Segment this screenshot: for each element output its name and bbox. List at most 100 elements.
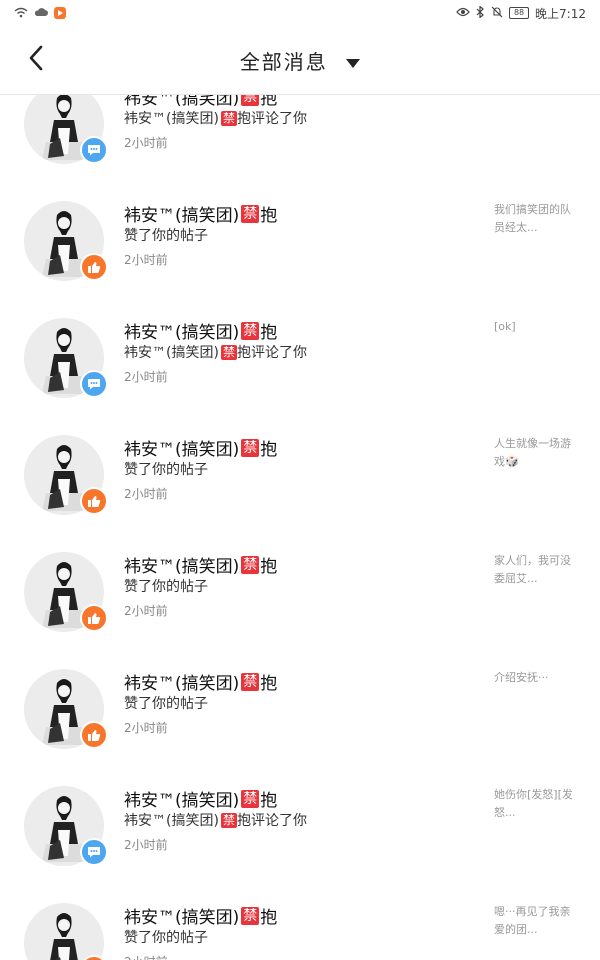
action-verb: 赞了你的帖子 <box>124 696 208 712</box>
timestamp: 2小时前 <box>124 487 168 501</box>
action-prefix: 袆安™(搞笑团) <box>124 813 219 829</box>
post-preview[interactable]: [ok] <box>494 318 580 336</box>
sender-name-suffix: 抱 <box>260 674 278 694</box>
sender-name-text: 袆安™(搞笑团) <box>124 674 240 694</box>
action-text: 赞了你的帖子 <box>124 459 208 479</box>
message-item[interactable]: 袆安™(搞笑团) 禁抱赞了你的帖子 2小时前 家人们，我可没委屈艾... <box>0 538 600 655</box>
timestamp: 2小时前 <box>124 838 168 852</box>
comment-badge-icon <box>80 136 108 164</box>
like-badge-icon <box>80 487 108 515</box>
sender-name-suffix: 抱 <box>260 95 278 109</box>
ban-tag: 禁 <box>241 906 260 925</box>
post-preview[interactable]: 家人们，我可没委屈艾... <box>494 552 580 588</box>
message-item[interactable]: 袆安™(搞笑团) 禁抱袆安™(搞笑团) 禁抱评论了你 2小时前 <box>0 95 600 187</box>
timestamp: 2小时前 <box>124 604 168 618</box>
message-item[interactable]: 袆安™(搞笑团) 禁抱赞了你的帖子 2小时前 我们搞笑团的队员经太... <box>0 187 600 304</box>
ban-tag: 禁 <box>241 555 260 574</box>
sender-name-suffix: 抱 <box>260 440 278 460</box>
sender-name[interactable]: 袆安™(搞笑团) 禁抱 <box>124 669 277 694</box>
sender-name[interactable]: 袆安™(搞笑团) 禁抱 <box>124 786 277 811</box>
sender-name-suffix: 抱 <box>260 206 278 226</box>
sender-name-text: 袆安™(搞笑团) <box>124 791 240 811</box>
top-nav-bar: 全部消息 <box>0 26 600 95</box>
post-preview[interactable]: 我们搞笑团的队员经太... <box>494 201 580 237</box>
status-right: 88 晚上7:12 <box>456 5 586 22</box>
like-badge-icon <box>80 604 108 632</box>
sender-name-suffix: 抱 <box>260 557 278 577</box>
sender-name-text: 袆安™(搞笑团) <box>124 440 240 460</box>
sender-name-text: 袆安™(搞笑团) <box>124 557 240 577</box>
action-text: 袆安™(搞笑团) 禁抱评论了你 <box>124 342 307 362</box>
action-suffix: 抱 <box>236 345 251 361</box>
action-prefix: 袆安™(搞笑团) <box>124 345 219 361</box>
timestamp: 2小时前 <box>124 253 168 267</box>
sender-name[interactable]: 袆安™(搞笑团) 禁抱 <box>124 552 277 577</box>
like-badge-icon <box>80 253 108 281</box>
timestamp: 2小时前 <box>124 136 168 150</box>
action-text: 袆安™(搞笑团) 禁抱评论了你 <box>124 810 307 830</box>
status-bar: 88 晚上7:12 <box>0 0 600 26</box>
action-verb: 评论了你 <box>250 345 307 361</box>
message-item[interactable]: 袆安™(搞笑团) 禁抱赞了你的帖子 2小时前 人生就像一场游戏🎲 <box>0 421 600 538</box>
timestamp: 2小时前 <box>124 721 168 735</box>
sender-name-text: 袆安™(搞笑团) <box>124 95 240 109</box>
status-left <box>14 7 66 20</box>
action-text: 赞了你的帖子 <box>124 693 208 713</box>
sender-name[interactable]: 袆安™(搞笑团) 禁抱 <box>124 95 277 109</box>
sender-name[interactable]: 袆安™(搞笑团) 禁抱 <box>124 318 277 343</box>
eye-icon <box>456 7 470 19</box>
sender-name-text: 袆安™(搞笑团) <box>124 908 240 928</box>
action-text: 赞了你的帖子 <box>124 927 208 947</box>
avatar[interactable] <box>24 903 104 960</box>
action-verb: 赞了你的帖子 <box>124 228 208 244</box>
message-item[interactable]: 袆安™(搞笑团) 禁抱袆安™(搞笑团) 禁抱评论了你 2小时前 她伤你[发怒][发怒..… <box>0 772 600 889</box>
wifi-icon <box>14 7 28 20</box>
sender-name-suffix: 抱 <box>260 323 278 343</box>
bluetooth-icon <box>476 5 485 20</box>
timestamp: 2小时前 <box>124 953 168 960</box>
sender-name-text: 袆安™(搞笑团) <box>124 323 240 343</box>
ban-tag: 禁 <box>241 321 260 340</box>
message-list[interactable]: 袆安™(搞笑团) 禁抱袆安™(搞笑团) 禁抱评论了你 2小时前 袆安™(搞笑团) 禁抱赞了… <box>0 95 600 960</box>
timestamp: 2小时前 <box>124 370 168 384</box>
action-prefix: 袆安™(搞笑团) <box>124 111 219 127</box>
ban-tag: 禁 <box>241 438 260 457</box>
post-preview[interactable]: 她伤你[发怒][发怒... <box>494 786 580 822</box>
mute-icon <box>491 6 503 20</box>
sender-name-suffix: 抱 <box>260 908 278 928</box>
sender-name-suffix: 抱 <box>260 791 278 811</box>
page-title: 全部消息 <box>239 50 328 74</box>
action-verb: 评论了你 <box>250 111 307 127</box>
action-verb: 赞了你的帖子 <box>124 930 208 946</box>
message-item[interactable]: 袆安™(搞笑团)禁抱赞了你的帖子 2小时前 嗯···再见了我亲爱的团... <box>0 889 600 960</box>
cloud-icon <box>34 7 48 19</box>
sender-name-text: 袆安™(搞笑团) <box>124 206 240 226</box>
post-preview[interactable]: 人生就像一场游戏🎲 <box>494 435 580 471</box>
sender-name[interactable]: 袆安™(搞笑团) 禁抱 <box>124 201 277 226</box>
post-preview[interactable]: 介绍安抚··· <box>494 669 580 687</box>
message-item[interactable]: 袆安™(搞笑团) 禁抱赞了你的帖子 2小时前 介绍安抚··· <box>0 655 600 772</box>
action-text: 赞了你的帖子 <box>124 225 208 245</box>
app-icon <box>54 7 66 19</box>
message-filter-dropdown[interactable]: 全部消息 <box>0 46 600 75</box>
clock: 晚上7:12 <box>535 6 586 21</box>
comment-badge-icon <box>80 370 108 398</box>
caret-down-icon <box>346 59 361 68</box>
action-text: 赞了你的帖子 <box>124 576 208 596</box>
message-item[interactable]: 袆安™(搞笑团) 禁抱袆安™(搞笑团) 禁抱评论了你 2小时前 [ok] <box>0 304 600 421</box>
post-preview[interactable]: 嗯···再见了我亲爱的团... <box>494 903 580 939</box>
action-verb: 赞了你的帖子 <box>124 462 208 478</box>
action-suffix: 抱 <box>236 111 251 127</box>
ban-tag: 禁 <box>241 95 260 106</box>
ban-tag-small: 禁 <box>220 344 237 360</box>
action-verb: 赞了你的帖子 <box>124 579 208 595</box>
action-text: 袆安™(搞笑团) 禁抱评论了你 <box>124 108 307 128</box>
ban-tag: 禁 <box>241 789 260 808</box>
battery-icon: 88 <box>509 7 530 19</box>
ban-tag-small: 禁 <box>220 812 237 828</box>
sender-name[interactable]: 袆安™(搞笑团) 禁抱 <box>124 903 277 928</box>
ban-tag: 禁 <box>241 672 260 691</box>
sender-name[interactable]: 袆安™(搞笑团) 禁抱 <box>124 435 277 460</box>
ban-tag: 禁 <box>241 204 260 223</box>
ban-tag-small: 禁 <box>220 110 237 126</box>
